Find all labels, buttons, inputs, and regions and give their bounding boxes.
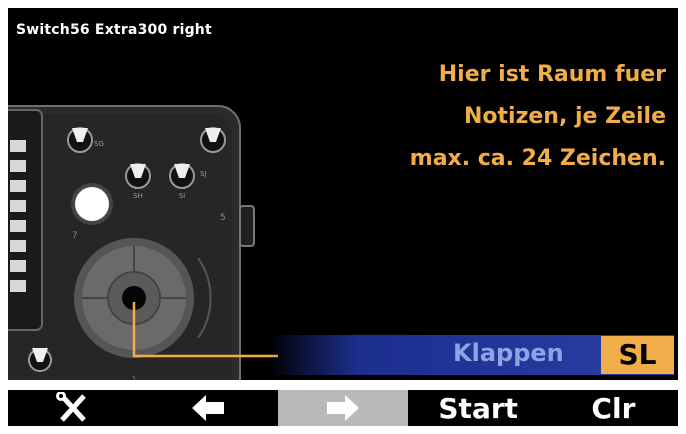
switch-badge: SL <box>601 336 674 374</box>
svg-text:5: 5 <box>220 213 226 223</box>
notes-line-2: Notizen, je Zeile <box>464 104 666 129</box>
softkey-bar: Start Clr <box>8 390 678 426</box>
notes-line-3: max. ca. 24 Zeichen. <box>409 146 666 171</box>
notes-line-1: Hier ist Raum fuer <box>438 62 666 87</box>
softkey-divider <box>8 380 678 390</box>
function-label: Klappen <box>453 339 564 367</box>
svg-text:SI: SI <box>179 192 186 200</box>
wrench-screwdriver-icon <box>55 392 86 422</box>
notes-text: Hier ist Raum fuer Notizen, je Zeile max… <box>410 54 666 180</box>
clear-button[interactable]: Clr <box>548 390 678 426</box>
forward-button[interactable] <box>278 390 408 426</box>
switch-lower <box>28 348 52 372</box>
svg-text:SJ: SJ <box>200 170 207 178</box>
svg-text:SH: SH <box>133 192 143 200</box>
display-screen: Switch56 Extra300 right Hier ist Raum fu… <box>8 8 678 426</box>
settings-button[interactable] <box>8 390 138 426</box>
svg-text:7: 7 <box>72 231 78 241</box>
arrow-left-icon <box>191 395 224 421</box>
transmitter-illustration: SG SH SI SJ 7 5 <box>8 105 278 388</box>
start-button[interactable]: Start <box>413 390 543 426</box>
arrow-right-icon <box>327 395 359 421</box>
screen-title: Switch56 Extra300 right <box>16 22 212 38</box>
back-button[interactable] <box>143 390 273 426</box>
svg-text:SG: SG <box>94 140 104 148</box>
